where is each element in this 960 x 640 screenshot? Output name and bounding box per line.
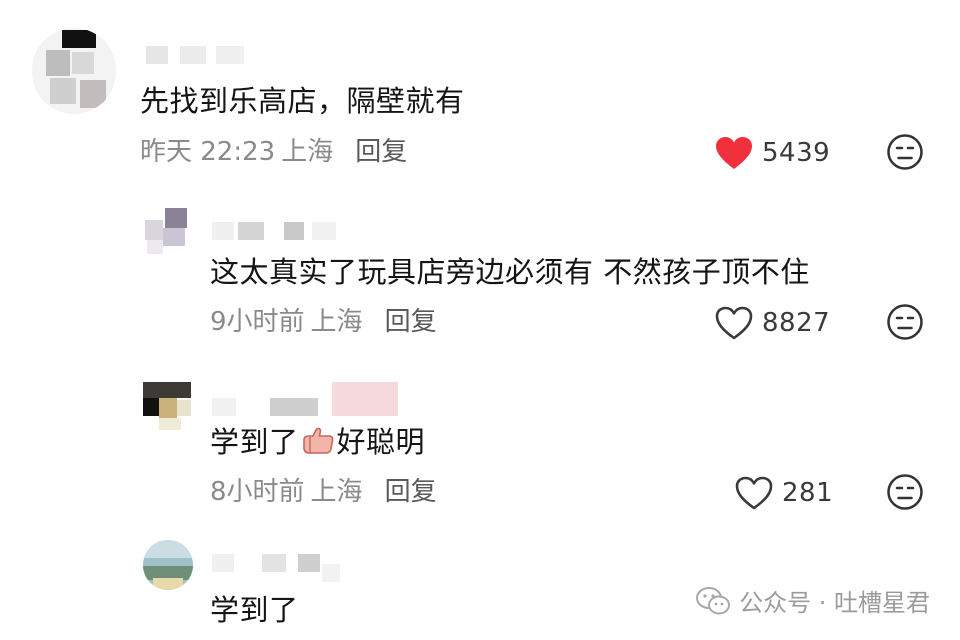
like-button[interactable]: 8827 <box>714 303 830 343</box>
comment-text: 这太真实了玩具店旁边必须有 不然孩子顶不住 <box>210 255 810 289</box>
comment-location: 上海 <box>281 137 334 167</box>
comment-text-part: 学到了 <box>210 425 299 459</box>
like-count: 5439 <box>762 138 831 168</box>
like-count: 8827 <box>762 308 831 338</box>
unamused-face-icon <box>887 474 923 510</box>
reply-button[interactable]: 回复 <box>355 137 407 167</box>
comment-meta: 9小时前 上海 回复 <box>210 306 437 338</box>
like-button[interactable]: 5439 <box>714 133 830 173</box>
username-blurred[interactable] <box>212 554 342 582</box>
comment-meta: 8小时前 上海 回复 <box>210 476 437 508</box>
wechat-icon <box>696 586 731 614</box>
avatar[interactable] <box>143 540 193 590</box>
heart-icon <box>735 476 773 510</box>
thumbs-up-emoji-icon <box>302 427 333 454</box>
avatar[interactable] <box>143 206 193 256</box>
comment-3: 学到了 好聪明 8小时前 上海 回复 281 <box>0 360 960 530</box>
unamused-face-icon <box>887 134 923 170</box>
like-count: 281 <box>782 478 834 508</box>
username-blurred[interactable] <box>212 382 402 416</box>
comment-2: 这太真实了玩具店旁边必须有 不然孩子顶不住 9小时前 上海 回复 8827 <box>0 190 960 360</box>
like-button[interactable]: 281 <box>734 473 833 513</box>
heart-icon <box>716 137 752 169</box>
comment-text: 学到了 <box>210 593 299 627</box>
watermark-text: 公众号 · 吐槽星君 <box>739 589 930 617</box>
comment-1: 先找到乐高店，隔壁就有 昨天 22:23 上海 回复 5439 <box>0 0 960 190</box>
comment-time: 昨天 22:23 <box>140 137 276 167</box>
dislike-button[interactable] <box>886 303 924 341</box>
dislike-button[interactable] <box>886 473 924 511</box>
reply-button[interactable]: 回复 <box>385 307 437 337</box>
comment-text-part: 好聪明 <box>336 425 426 459</box>
avatar[interactable] <box>32 28 116 114</box>
comment-time: 8小时前 <box>210 477 305 507</box>
username-blurred[interactable] <box>212 222 342 240</box>
unamused-face-icon <box>887 304 923 340</box>
heart-icon <box>715 306 753 340</box>
comment-meta: 昨天 22:23 上海 回复 <box>140 136 407 168</box>
comment-location: 上海 <box>310 307 363 337</box>
username-blurred[interactable] <box>146 46 246 64</box>
dislike-button[interactable] <box>886 133 924 171</box>
comment-time: 9小时前 <box>210 307 305 337</box>
comment-text: 先找到乐高店，隔壁就有 <box>140 84 465 118</box>
comment-location: 上海 <box>310 477 363 507</box>
watermark: 公众号 · 吐槽星君 <box>695 583 930 618</box>
comment-text: 学到了 好聪明 <box>210 424 425 460</box>
reply-button[interactable]: 回复 <box>385 477 437 507</box>
avatar[interactable] <box>143 382 193 432</box>
